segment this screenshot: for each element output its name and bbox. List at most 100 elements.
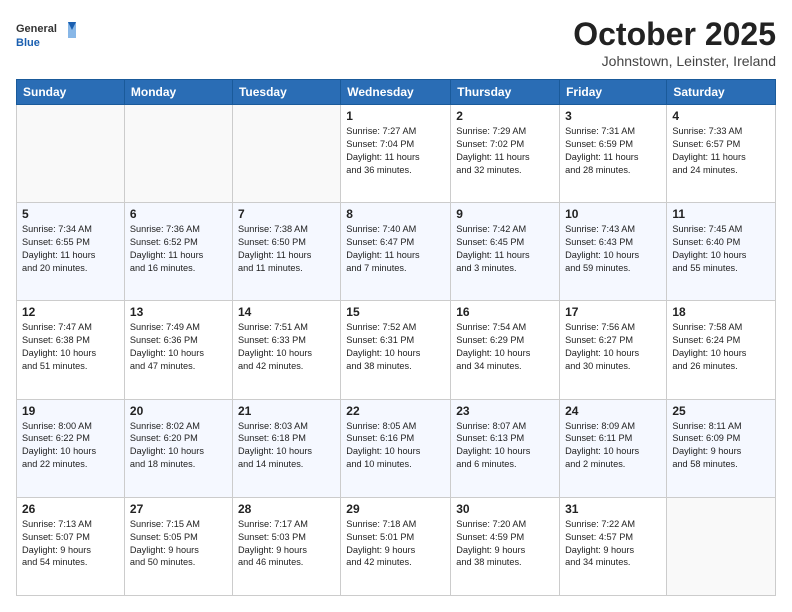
calendar-cell: 12 Sunrise: 7:47 AMSunset: 6:38 PMDayligh…: [17, 301, 125, 399]
calendar-cell: 5Sunrise: 7:34 AMSunset: 6:55 PMDaylight…: [17, 203, 125, 301]
calendar-cell: [17, 105, 125, 203]
calendar: Sunday Monday Tuesday Wednesday Thursday…: [16, 79, 776, 596]
header-tuesday: Tuesday: [232, 80, 340, 105]
calendar-cell: 27 Sunrise: 7:15 AMSunset: 5:05 PMDayligh…: [124, 497, 232, 595]
calendar-cell: 20 Sunrise: 8:02 AMSunset: 6:20 PMDayligh…: [124, 399, 232, 497]
day-info: Sunrise: 7:17 AMSunset: 5:03 PMDaylight:…: [238, 518, 335, 570]
week-row-3: 12 Sunrise: 7:47 AMSunset: 6:38 PMDayligh…: [17, 301, 776, 399]
calendar-cell: 2 Sunrise: 7:29 AMSunset: 7:02 PMDaylight…: [451, 105, 560, 203]
day-info: Sunrise: 8:11 AMSunset: 6:09 PMDaylight:…: [672, 420, 770, 472]
calendar-cell: 18 Sunrise: 7:58 AMSunset: 6:24 PMDayligh…: [667, 301, 776, 399]
day-number: 13: [130, 305, 227, 319]
day-info: Sunrise: 7:43 AMSunset: 6:43 PMDaylight:…: [565, 223, 661, 275]
day-number: 29: [346, 502, 445, 516]
day-number: 21: [238, 404, 335, 418]
day-info: Sunrise: 7:29 AMSunset: 7:02 PMDaylight:…: [456, 125, 554, 177]
day-number: 26: [22, 502, 119, 516]
calendar-cell: 30Sunrise: 7:20 AMSunset: 4:59 PMDayligh…: [451, 497, 560, 595]
calendar-cell: 29 Sunrise: 7:18 AMSunset: 5:01 PMDayligh…: [341, 497, 451, 595]
calendar-cell: 1 Sunrise: 7:27 AMSunset: 7:04 PMDaylight…: [341, 105, 451, 203]
day-number: 7: [238, 207, 335, 221]
weekday-header-row: Sunday Monday Tuesday Wednesday Thursday…: [17, 80, 776, 105]
day-number: 20: [130, 404, 227, 418]
day-number: 24: [565, 404, 661, 418]
day-info: Sunrise: 7:40 AMSunset: 6:47 PMDaylight:…: [346, 223, 445, 275]
day-number: 6: [130, 207, 227, 221]
week-row-4: 19 Sunrise: 8:00 AMSunset: 6:22 PMDayligh…: [17, 399, 776, 497]
day-number: 14: [238, 305, 335, 319]
calendar-cell: 28 Sunrise: 7:17 AMSunset: 5:03 PMDayligh…: [232, 497, 340, 595]
day-info: Sunrise: 7:58 AMSunset: 6:24 PMDaylight:…: [672, 321, 770, 373]
day-info: Sunrise: 7:22 AMSunset: 4:57 PMDaylight:…: [565, 518, 661, 570]
calendar-cell: 15 Sunrise: 7:52 AMSunset: 6:31 PMDayligh…: [341, 301, 451, 399]
calendar-cell: 22 Sunrise: 8:05 AMSunset: 6:16 PMDayligh…: [341, 399, 451, 497]
calendar-cell: 4Sunrise: 7:33 AMSunset: 6:57 PMDaylight…: [667, 105, 776, 203]
day-info: Sunrise: 7:45 AMSunset: 6:40 PMDaylight:…: [672, 223, 770, 275]
calendar-cell: 16 Sunrise: 7:54 AMSunset: 6:29 PMDayligh…: [451, 301, 560, 399]
day-info: Sunrise: 7:38 AMSunset: 6:50 PMDaylight:…: [238, 223, 335, 275]
page: General Blue October 2025 Johnstown, Lei…: [0, 0, 792, 612]
day-info: Sunrise: 7:52 AMSunset: 6:31 PMDaylight:…: [346, 321, 445, 373]
day-number: 1: [346, 109, 445, 123]
calendar-cell: 23 Sunrise: 8:07 AMSunset: 6:13 PMDayligh…: [451, 399, 560, 497]
header-monday: Monday: [124, 80, 232, 105]
day-number: 28: [238, 502, 335, 516]
day-number: 19: [22, 404, 119, 418]
day-info: Sunrise: 7:27 AMSunset: 7:04 PMDaylight:…: [346, 125, 445, 177]
calendar-cell: 11 Sunrise: 7:45 AMSunset: 6:40 PMDayligh…: [667, 203, 776, 301]
day-info: Sunrise: 7:42 AMSunset: 6:45 PMDaylight:…: [456, 223, 554, 275]
day-number: 2: [456, 109, 554, 123]
svg-text:General: General: [16, 23, 57, 35]
day-info: Sunrise: 7:51 AMSunset: 6:33 PMDaylight:…: [238, 321, 335, 373]
header-saturday: Saturday: [667, 80, 776, 105]
day-number: 15: [346, 305, 445, 319]
day-info: Sunrise: 7:18 AMSunset: 5:01 PMDaylight:…: [346, 518, 445, 570]
day-number: 10: [565, 207, 661, 221]
day-number: 18: [672, 305, 770, 319]
day-info: Sunrise: 7:34 AMSunset: 6:55 PMDaylight:…: [22, 223, 119, 275]
month-title: October 2025: [573, 16, 776, 53]
day-number: 27: [130, 502, 227, 516]
header: General Blue October 2025 Johnstown, Lei…: [16, 16, 776, 69]
day-number: 25: [672, 404, 770, 418]
week-row-5: 26 Sunrise: 7:13 AMSunset: 5:07 PMDayligh…: [17, 497, 776, 595]
calendar-cell: 21 Sunrise: 8:03 AMSunset: 6:18 PMDayligh…: [232, 399, 340, 497]
location: Johnstown, Leinster, Ireland: [573, 53, 776, 69]
day-info: Sunrise: 7:15 AMSunset: 5:05 PMDaylight:…: [130, 518, 227, 570]
day-info: Sunrise: 7:56 AMSunset: 6:27 PMDaylight:…: [565, 321, 661, 373]
day-number: 17: [565, 305, 661, 319]
calendar-cell: 13Sunrise: 7:49 AMSunset: 6:36 PMDayligh…: [124, 301, 232, 399]
day-info: Sunrise: 7:47 AMSunset: 6:38 PMDaylight:…: [22, 321, 119, 373]
day-info: Sunrise: 8:00 AMSunset: 6:22 PMDaylight:…: [22, 420, 119, 472]
calendar-cell: [232, 105, 340, 203]
day-number: 16: [456, 305, 554, 319]
day-info: Sunrise: 8:03 AMSunset: 6:18 PMDaylight:…: [238, 420, 335, 472]
svg-text:Blue: Blue: [16, 37, 40, 49]
header-sunday: Sunday: [17, 80, 125, 105]
day-info: Sunrise: 7:13 AMSunset: 5:07 PMDaylight:…: [22, 518, 119, 570]
header-thursday: Thursday: [451, 80, 560, 105]
day-number: 12: [22, 305, 119, 319]
calendar-cell: 6 Sunrise: 7:36 AMSunset: 6:52 PMDaylight…: [124, 203, 232, 301]
day-info: Sunrise: 7:33 AMSunset: 6:57 PMDaylight:…: [672, 125, 770, 177]
day-number: 23: [456, 404, 554, 418]
day-number: 11: [672, 207, 770, 221]
calendar-cell: 10 Sunrise: 7:43 AMSunset: 6:43 PMDayligh…: [560, 203, 667, 301]
day-number: 30: [456, 502, 554, 516]
calendar-cell: 24Sunrise: 8:09 AMSunset: 6:11 PMDayligh…: [560, 399, 667, 497]
day-info: Sunrise: 7:36 AMSunset: 6:52 PMDaylight:…: [130, 223, 227, 275]
day-info: Sunrise: 7:54 AMSunset: 6:29 PMDaylight:…: [456, 321, 554, 373]
day-number: 8: [346, 207, 445, 221]
calendar-cell: 8 Sunrise: 7:40 AMSunset: 6:47 PMDaylight…: [341, 203, 451, 301]
header-wednesday: Wednesday: [341, 80, 451, 105]
calendar-cell: 26 Sunrise: 7:13 AMSunset: 5:07 PMDayligh…: [17, 497, 125, 595]
day-number: 9: [456, 207, 554, 221]
logo-icon: General Blue: [16, 16, 76, 56]
day-info: Sunrise: 8:07 AMSunset: 6:13 PMDaylight:…: [456, 420, 554, 472]
day-info: Sunrise: 7:31 AMSunset: 6:59 PMDaylight:…: [565, 125, 661, 177]
calendar-cell: 7 Sunrise: 7:38 AMSunset: 6:50 PMDaylight…: [232, 203, 340, 301]
day-number: 22: [346, 404, 445, 418]
calendar-cell: 31Sunrise: 7:22 AMSunset: 4:57 PMDayligh…: [560, 497, 667, 595]
day-info: Sunrise: 8:05 AMSunset: 6:16 PMDaylight:…: [346, 420, 445, 472]
day-info: Sunrise: 8:02 AMSunset: 6:20 PMDaylight:…: [130, 420, 227, 472]
